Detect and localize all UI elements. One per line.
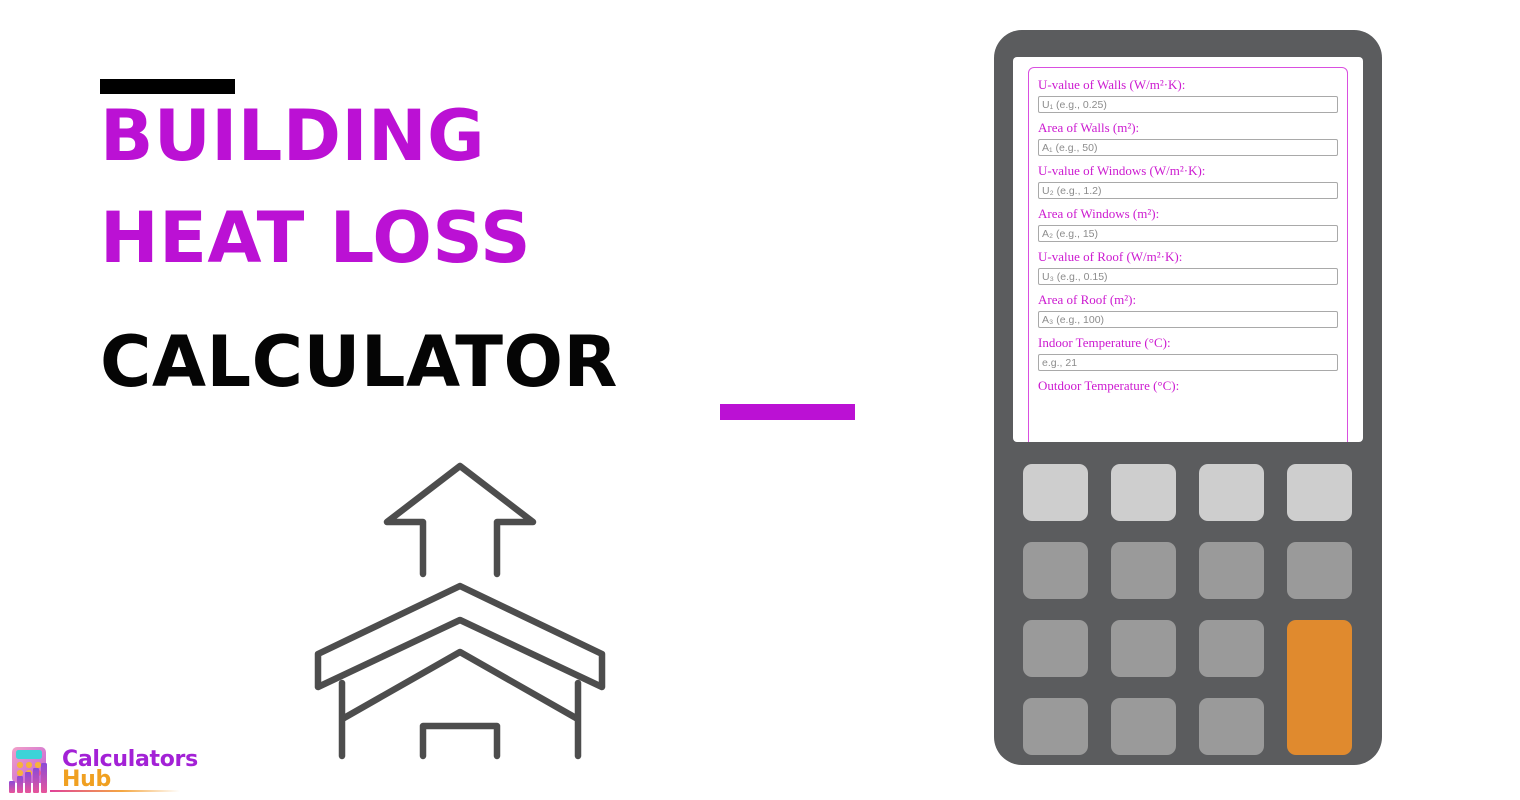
field-group-outdoor-temperature: Outdoor Temperature (°C): <box>1038 378 1338 394</box>
key-r4-c1[interactable] <box>1023 698 1088 755</box>
hero-section: BUILDING HEAT LOSS CALCULATOR Calculator… <box>0 0 960 800</box>
page-title-line-2: HEAT LOSS <box>100 197 532 279</box>
input-area-roof[interactable] <box>1038 311 1338 328</box>
label-area-roof: Area of Roof (m²): <box>1038 292 1137 307</box>
key-r2-c2[interactable] <box>1111 542 1176 599</box>
input-u-value-walls[interactable] <box>1038 96 1338 113</box>
field-group-indoor-temperature: Indoor Temperature (°C): <box>1038 335 1338 371</box>
label-area-walls: Area of Walls (m²): <box>1038 120 1140 135</box>
key-r1-c1[interactable] <box>1023 464 1088 521</box>
field-group-u-value-roof: U-value of Roof (W/m²·K): <box>1038 249 1338 285</box>
key-r1-c3[interactable] <box>1199 464 1264 521</box>
calculator-keypad[interactable] <box>1023 464 1353 760</box>
label-u-value-walls: U-value of Walls (W/m²·K): <box>1038 77 1186 92</box>
field-group-area-roof: Area of Roof (m²): <box>1038 292 1338 328</box>
logo-underline <box>50 790 180 792</box>
label-outdoor-temperature: Outdoor Temperature (°C): <box>1038 378 1180 393</box>
label-area-windows: Area of Windows (m²): <box>1038 206 1160 221</box>
field-group-area-windows: Area of Windows (m²): <box>1038 206 1338 242</box>
logo-text-hub: Hub <box>62 767 111 792</box>
input-area-windows[interactable] <box>1038 225 1338 242</box>
key-equals[interactable] <box>1287 620 1352 755</box>
logo-wordmark: Calculators Hub <box>62 748 198 792</box>
input-area-walls[interactable] <box>1038 139 1338 156</box>
label-u-value-windows: U-value of Windows (W/m²·K): <box>1038 163 1206 178</box>
page-title-line-3: CALCULATOR <box>100 321 618 403</box>
heat-loss-form: U-value of Walls (W/m²·K): Area of Walls … <box>1028 67 1348 442</box>
accent-bar-top <box>100 79 235 94</box>
input-indoor-temperature[interactable] <box>1038 354 1338 371</box>
key-r2-c4[interactable] <box>1287 542 1352 599</box>
key-r3-c2[interactable] <box>1111 620 1176 677</box>
key-r1-c4[interactable] <box>1287 464 1352 521</box>
key-r2-c1[interactable] <box>1023 542 1088 599</box>
label-u-value-roof: U-value of Roof (W/m²·K): <box>1038 249 1183 264</box>
calculator-bar-chart-icon <box>9 747 47 793</box>
house-heat-loss-icon <box>314 462 606 760</box>
field-group-u-value-windows: U-value of Windows (W/m²·K): <box>1038 163 1338 199</box>
input-u-value-roof[interactable] <box>1038 268 1338 285</box>
accent-bar-bottom <box>720 404 855 420</box>
key-r1-c2[interactable] <box>1111 464 1176 521</box>
key-r3-c1[interactable] <box>1023 620 1088 677</box>
label-indoor-temperature: Indoor Temperature (°C): <box>1038 335 1171 350</box>
input-u-value-windows[interactable] <box>1038 182 1338 199</box>
key-r3-c3[interactable] <box>1199 620 1264 677</box>
calculator-device: U-value of Walls (W/m²·K): Area of Walls … <box>994 30 1382 765</box>
key-r4-c3[interactable] <box>1199 698 1264 755</box>
key-r4-c2[interactable] <box>1111 698 1176 755</box>
calculator-screen: U-value of Walls (W/m²·K): Area of Walls … <box>1013 57 1363 442</box>
calculators-hub-logo[interactable]: Calculators Hub <box>6 744 198 796</box>
key-r2-c3[interactable] <box>1199 542 1264 599</box>
field-group-area-walls: Area of Walls (m²): <box>1038 120 1338 156</box>
page-title-line-1: BUILDING <box>100 95 486 177</box>
field-group-u-value-walls: U-value of Walls (W/m²·K): <box>1038 77 1338 113</box>
